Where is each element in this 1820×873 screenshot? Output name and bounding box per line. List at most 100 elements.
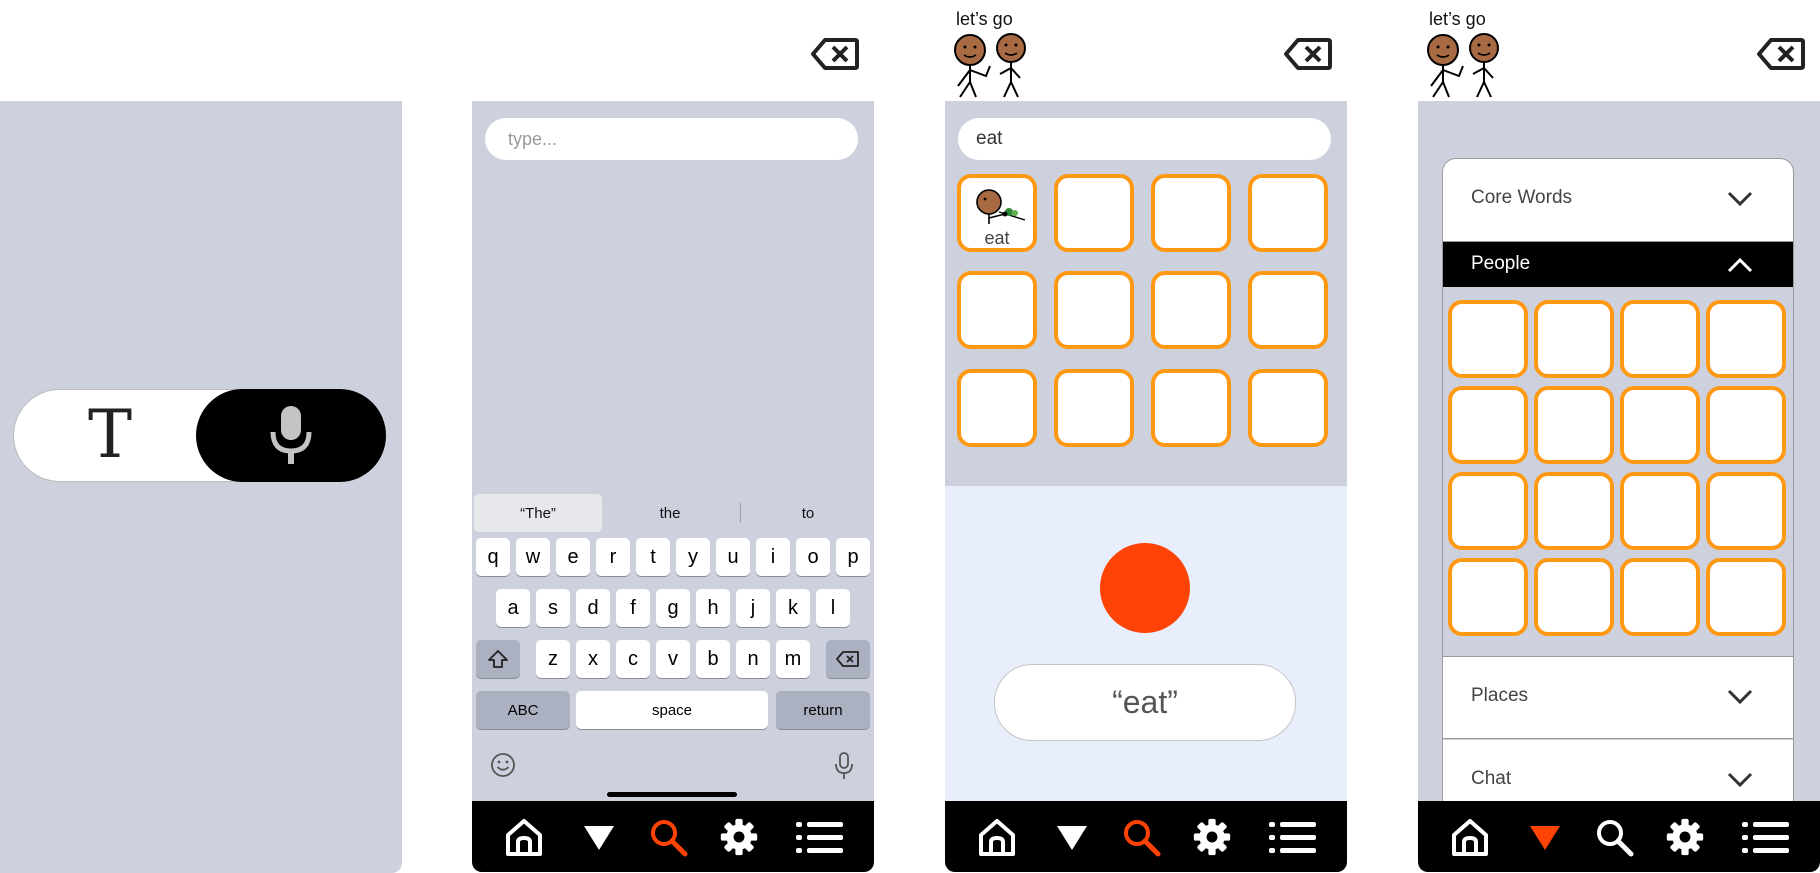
symbol-tile[interactable] (1448, 558, 1528, 636)
key-l[interactable]: l (816, 589, 850, 627)
key-n[interactable]: n (736, 640, 770, 678)
key-v[interactable]: v (656, 640, 690, 678)
category-people[interactable]: People (1443, 242, 1793, 287)
symbol-tile[interactable] (1534, 472, 1614, 550)
symbol-tile[interactable] (1151, 271, 1231, 349)
key-x[interactable]: x (576, 640, 610, 678)
symbol-tile[interactable] (1054, 369, 1134, 447)
abc-key[interactable]: ABC (476, 691, 570, 729)
category-core-words[interactable]: Core Words (1443, 159, 1793, 242)
symbol-tile[interactable] (1054, 271, 1134, 349)
symbol-tile[interactable] (1706, 472, 1786, 550)
key-p[interactable]: p (836, 538, 870, 576)
symbol-tile[interactable] (1620, 386, 1700, 464)
symbol-tile[interactable] (1448, 472, 1528, 550)
filter-icon[interactable] (583, 817, 615, 857)
symbol-tile[interactable] (1448, 300, 1528, 378)
key-j[interactable]: j (736, 589, 770, 627)
filter-icon[interactable] (1529, 817, 1561, 857)
symbol-tile[interactable] (1534, 386, 1614, 464)
symbol-tile[interactable] (1706, 300, 1786, 378)
input-mode-toggle[interactable]: T (13, 389, 386, 483)
key-u[interactable]: u (716, 538, 750, 576)
home-icon[interactable] (977, 817, 1017, 857)
search-icon[interactable] (1121, 817, 1161, 857)
return-key[interactable]: return (776, 691, 870, 729)
settings-icon[interactable] (1663, 817, 1707, 857)
symbol-tile[interactable] (1151, 369, 1231, 447)
search-placeholder: type... (508, 129, 558, 149)
home-icon[interactable] (1450, 817, 1490, 857)
symbol-tile[interactable] (957, 271, 1037, 349)
search-input[interactable]: type... (485, 118, 858, 160)
key-y[interactable]: y (676, 538, 710, 576)
key-d[interactable]: d (576, 589, 610, 627)
search-icon[interactable] (1594, 817, 1634, 857)
symbol-tile[interactable] (957, 369, 1037, 447)
category-chat[interactable]: Chat (1443, 740, 1793, 801)
symbol-tile[interactable] (1706, 558, 1786, 636)
key-o[interactable]: o (796, 538, 830, 576)
key-b[interactable]: b (696, 640, 730, 678)
symbol-tile[interactable] (1534, 300, 1614, 378)
suggestion-2[interactable]: the (605, 494, 735, 532)
suggestion-3[interactable]: to (744, 494, 872, 532)
category-label: Chat (1471, 768, 1512, 789)
filter-icon[interactable] (1056, 817, 1088, 857)
screen3: let’s go eat eat “eat” (945, 0, 1347, 873)
voice-mode-button[interactable] (196, 389, 386, 482)
text-icon: T (88, 396, 133, 473)
menu-icon[interactable] (796, 817, 844, 857)
text-mode-button[interactable]: T (14, 390, 204, 483)
record-button[interactable] (1100, 543, 1190, 633)
key-a[interactable]: a (496, 589, 530, 627)
symbol-tile[interactable] (1448, 386, 1528, 464)
symbol-tile[interactable] (1534, 558, 1614, 636)
key-m[interactable]: m (776, 640, 810, 678)
symbol-tile[interactable] (1620, 300, 1700, 378)
shift-key[interactable] (476, 640, 520, 678)
menu-icon[interactable] (1269, 817, 1317, 857)
chevron-up-icon (1727, 257, 1753, 273)
home-indicator (607, 792, 737, 797)
key-s[interactable]: s (536, 589, 570, 627)
keyboard-backspace-key[interactable] (826, 640, 870, 678)
space-key[interactable]: space (576, 691, 768, 729)
key-z[interactable]: z (536, 640, 570, 678)
key-k[interactable]: k (776, 589, 810, 627)
key-i[interactable]: i (756, 538, 790, 576)
emoji-icon[interactable] (490, 752, 516, 778)
symbol-tile[interactable] (1248, 369, 1328, 447)
category-places[interactable]: Places (1443, 656, 1793, 739)
home-icon[interactable] (504, 817, 544, 857)
key-h[interactable]: h (696, 589, 730, 627)
delete-icon[interactable] (1284, 37, 1332, 71)
key-c[interactable]: c (616, 640, 650, 678)
key-r[interactable]: r (596, 538, 630, 576)
symbol-tile[interactable] (1620, 558, 1700, 636)
menu-icon[interactable] (1742, 817, 1790, 857)
suggestion-1[interactable]: “The” (474, 494, 602, 532)
settings-icon[interactable] (1190, 817, 1234, 857)
key-e[interactable]: e (556, 538, 590, 576)
key-f[interactable]: f (616, 589, 650, 627)
sentence-label: let’s go (1429, 9, 1486, 29)
key-q[interactable]: q (476, 538, 510, 576)
symbol-tile-eat[interactable]: eat (957, 174, 1037, 252)
symbol-tile[interactable] (1706, 386, 1786, 464)
search-icon[interactable] (648, 817, 688, 857)
symbol-tile[interactable] (1151, 174, 1231, 252)
symbol-tile[interactable] (1054, 174, 1134, 252)
symbol-tile[interactable] (1248, 174, 1328, 252)
delete-icon[interactable] (1757, 37, 1805, 71)
dictation-icon[interactable] (833, 752, 855, 780)
search-input[interactable]: eat (958, 118, 1331, 160)
delete-icon[interactable] (811, 37, 859, 71)
people-symbol-icon (1427, 33, 1499, 98)
symbol-tile[interactable] (1248, 271, 1328, 349)
key-w[interactable]: w (516, 538, 550, 576)
settings-icon[interactable] (717, 817, 761, 857)
key-t[interactable]: t (636, 538, 670, 576)
symbol-tile[interactable] (1620, 472, 1700, 550)
key-g[interactable]: g (656, 589, 690, 627)
